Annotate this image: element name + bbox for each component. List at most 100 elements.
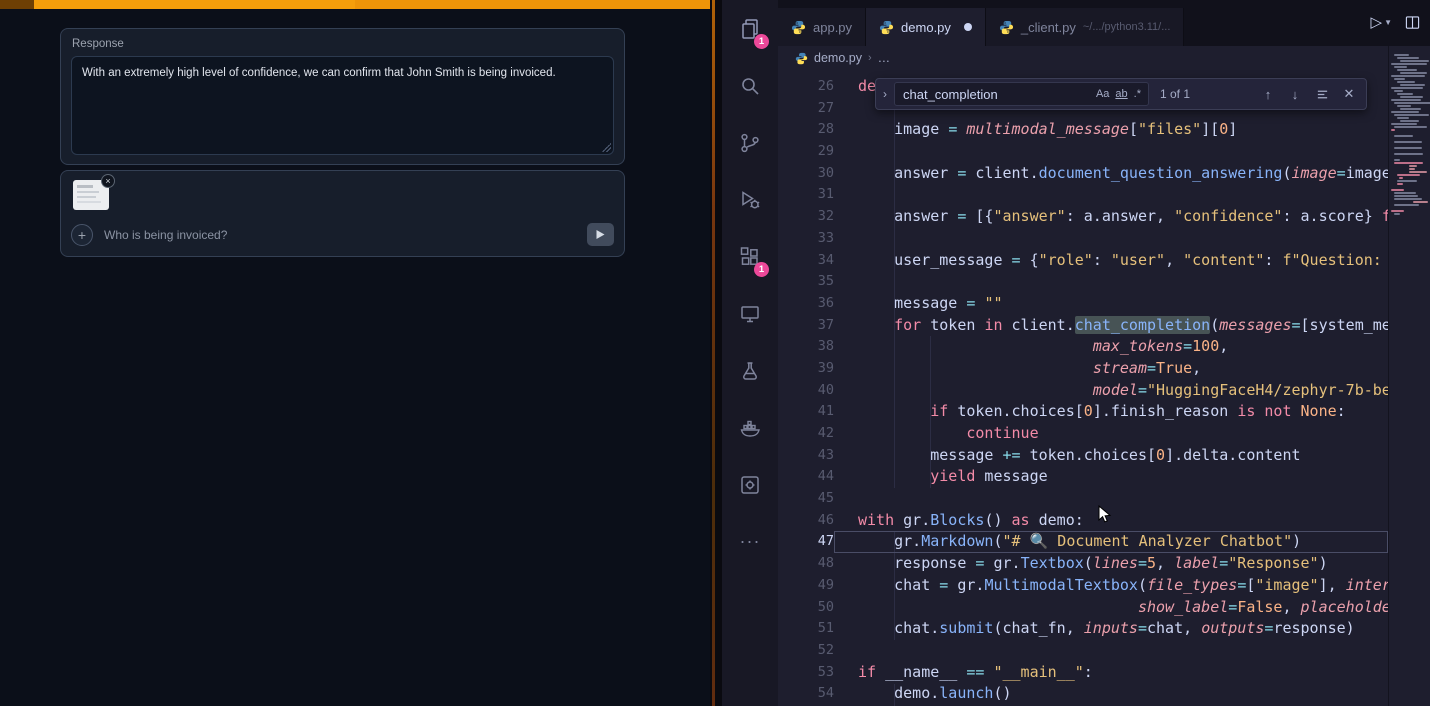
line-number: 42 bbox=[778, 423, 834, 445]
code-line[interactable]: 53if __name__ == "__main__": bbox=[778, 662, 1388, 684]
code-text: yield message bbox=[834, 466, 1388, 488]
breadcrumb[interactable]: demo.py › … bbox=[778, 46, 1388, 70]
code-line[interactable]: 47 gr.Markdown("# 🔍 Document Analyzer Ch… bbox=[778, 531, 1388, 553]
sidebar-item-account[interactable] bbox=[722, 664, 778, 706]
run-python-file-button[interactable]: ▷ ▼ bbox=[1371, 13, 1392, 31]
code-line[interactable]: 49 chat = gr.MultimodalTextbox(file_type… bbox=[778, 575, 1388, 597]
code-line[interactable]: 50 show_label=False, placeholder= bbox=[778, 597, 1388, 619]
code-text: stream=True, bbox=[834, 358, 1388, 380]
code-line[interactable]: 45 bbox=[778, 488, 1388, 510]
code-line[interactable]: 43 message += token.choices[0].delta.con… bbox=[778, 445, 1388, 467]
code-area[interactable]: 26def2728 image = multimodal_message["fi… bbox=[778, 70, 1388, 706]
match-case-button[interactable]: Aa bbox=[1093, 87, 1112, 101]
code-text: if token.choices[0].finish_reason is not… bbox=[834, 401, 1388, 423]
code-line[interactable]: 41 if token.choices[0].finish_reason is … bbox=[778, 401, 1388, 423]
tab-client-py[interactable]: _client.py ~/.../python3.11/... bbox=[986, 8, 1184, 46]
breadcrumb-file[interactable]: demo.py bbox=[814, 51, 862, 65]
sidebar-item-tools[interactable] bbox=[722, 456, 778, 513]
response-label: Response bbox=[72, 38, 624, 50]
code-text: max_tokens=100, bbox=[834, 336, 1388, 358]
code-line[interactable]: 54 demo.launch() bbox=[778, 683, 1388, 705]
tab-demo-py[interactable]: demo.py bbox=[866, 8, 986, 46]
attachment-thumbnail[interactable]: × bbox=[73, 180, 109, 210]
python-icon bbox=[795, 52, 808, 65]
line-number: 30 bbox=[778, 163, 834, 185]
line-number: 54 bbox=[778, 683, 834, 705]
more-icon: ··· bbox=[740, 531, 761, 552]
code-line[interactable]: 46with gr.Blocks() as demo: bbox=[778, 510, 1388, 532]
code-text bbox=[834, 271, 1388, 293]
remove-attachment-button[interactable]: × bbox=[101, 174, 115, 188]
sidebar-item-docker[interactable] bbox=[722, 399, 778, 456]
code-line[interactable]: 44 yield message bbox=[778, 466, 1388, 488]
code-line[interactable]: 39 stream=True, bbox=[778, 358, 1388, 380]
code-line[interactable]: 52 bbox=[778, 640, 1388, 662]
code-line[interactable]: 33 bbox=[778, 228, 1388, 250]
find-input-box: Aa ab .* bbox=[894, 82, 1149, 106]
tab-actions: ▷ ▼ bbox=[1371, 13, 1420, 31]
line-number: 51 bbox=[778, 618, 834, 640]
sidebar-item-explorer[interactable]: 1 bbox=[722, 0, 778, 57]
sidebar-item-run-debug[interactable] bbox=[722, 171, 778, 228]
find-input[interactable] bbox=[903, 87, 1093, 102]
code-text: demo.launch() bbox=[834, 683, 1388, 705]
sidebar-item-testing[interactable] bbox=[722, 342, 778, 399]
code-lines: 26def2728 image = multimodal_message["fi… bbox=[778, 76, 1388, 706]
code-line[interactable]: 30 answer = client.document_question_ans… bbox=[778, 163, 1388, 185]
line-number: 52 bbox=[778, 640, 834, 662]
split-editor-icon[interactable] bbox=[1405, 15, 1420, 30]
code-line[interactable]: 51 chat.submit(chat_fn, inputs=chat, out… bbox=[778, 618, 1388, 640]
code-text: if __name__ == "__main__": bbox=[834, 662, 1388, 684]
code-line[interactable]: 40 model="HuggingFaceH4/zephyr-7b-beta bbox=[778, 380, 1388, 402]
tab-label: _client.py bbox=[1021, 20, 1076, 35]
code-line[interactable]: 32 answer = [{"answer": a.answer, "confi… bbox=[778, 206, 1388, 228]
editor-tabs: app.py demo.py _client.py ~/.../python3.… bbox=[778, 0, 1430, 46]
code-text bbox=[834, 141, 1388, 163]
code-line[interactable]: 48 response = gr.Textbox(lines=5, label=… bbox=[778, 553, 1388, 575]
chat-input-panel: × + bbox=[60, 170, 625, 257]
line-number: 38 bbox=[778, 336, 834, 358]
window-divider bbox=[710, 0, 722, 706]
add-file-button[interactable]: + bbox=[71, 224, 93, 246]
code-line[interactable]: 36 message = "" bbox=[778, 293, 1388, 315]
code-text: answer = client.document_question_answer… bbox=[834, 163, 1388, 185]
find-next-button[interactable]: ↓ bbox=[1285, 84, 1305, 104]
breadcrumb-separator: › bbox=[868, 52, 872, 64]
sidebar-item-extensions[interactable]: 1 bbox=[722, 228, 778, 285]
whole-word-button[interactable]: ab bbox=[1112, 87, 1130, 101]
response-textarea[interactable]: With an extremely high level of confiden… bbox=[71, 56, 614, 155]
line-number: 34 bbox=[778, 250, 834, 272]
find-results-count: 1 of 1 bbox=[1160, 87, 1190, 101]
code-line[interactable]: 42 continue bbox=[778, 423, 1388, 445]
toggle-replace-icon[interactable]: › bbox=[883, 87, 887, 101]
line-number: 28 bbox=[778, 119, 834, 141]
breadcrumb-more[interactable]: … bbox=[878, 51, 891, 65]
close-find-button[interactable]: ✕ bbox=[1339, 84, 1359, 104]
sidebar-item-search[interactable] bbox=[722, 57, 778, 114]
minimap[interactable] bbox=[1388, 46, 1430, 706]
code-line[interactable]: 38 max_tokens=100, bbox=[778, 336, 1388, 358]
screen: Response With an extremely high level of… bbox=[0, 0, 1430, 706]
python-icon bbox=[791, 20, 806, 35]
code-line[interactable]: 29 bbox=[778, 141, 1388, 163]
flask-icon bbox=[738, 359, 762, 383]
sidebar-item-source-control[interactable] bbox=[722, 114, 778, 171]
line-number: 41 bbox=[778, 401, 834, 423]
code-line[interactable]: 35 bbox=[778, 271, 1388, 293]
code-line[interactable]: 28 image = multimodal_message["files"][0… bbox=[778, 119, 1388, 141]
find-in-selection-button[interactable] bbox=[1312, 84, 1332, 104]
code-line[interactable]: 31 bbox=[778, 184, 1388, 206]
regex-button[interactable]: .* bbox=[1131, 87, 1144, 101]
account-icon bbox=[737, 664, 763, 690]
code-line[interactable]: 34 user_message = {"role": "user", "cont… bbox=[778, 250, 1388, 272]
submit-button[interactable] bbox=[587, 223, 614, 246]
run-debug-icon bbox=[738, 188, 762, 212]
sidebar-item-remote-explorer[interactable] bbox=[722, 285, 778, 342]
code-line[interactable]: 37 for token in client.chat_completion(m… bbox=[778, 315, 1388, 337]
find-previous-button[interactable]: ↑ bbox=[1258, 84, 1278, 104]
code-text: chat.submit(chat_fn, inputs=chat, output… bbox=[834, 618, 1388, 640]
sidebar-item-more[interactable]: ··· bbox=[722, 513, 778, 570]
chat-text-input[interactable] bbox=[104, 228, 576, 242]
tab-app-py[interactable]: app.py bbox=[778, 8, 866, 46]
line-number: 48 bbox=[778, 553, 834, 575]
